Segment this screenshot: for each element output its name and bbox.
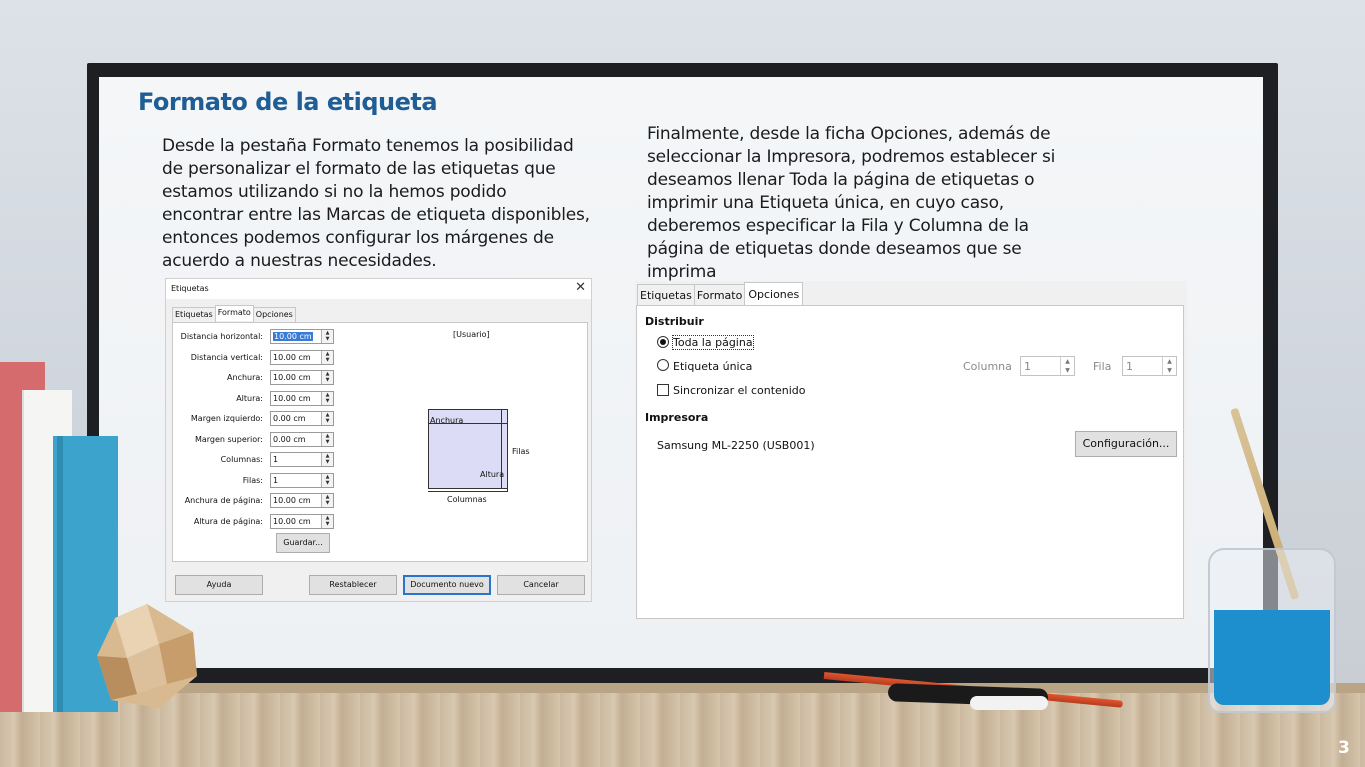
close-icon[interactable]: ✕	[575, 280, 586, 295]
new-document-button[interactable]: Documento nuevo	[403, 575, 491, 595]
field-label: Altura de página:	[193, 517, 263, 526]
diagram-width-label: Anchura	[430, 416, 464, 425]
full-page-label[interactable]: Toda la página	[672, 335, 754, 350]
field-row-left-margin: Margen izquierdo: 0.00 cm ▲ ▼	[173, 411, 343, 426]
spin-arrows-icon[interactable]: ▲ ▼	[321, 515, 333, 528]
printer-name: Samsung ML-2250 (USB001)	[657, 439, 815, 452]
save-button[interactable]: Guardar...	[276, 533, 330, 553]
options-panel: Distribuir Toda la página Etiqueta única…	[636, 305, 1184, 619]
left-margin-input[interactable]: 0.00 cm ▲ ▼	[270, 411, 334, 426]
field-label: Anchura de página:	[184, 496, 263, 505]
field-label: Anchura:	[227, 373, 263, 382]
field-row-top-margin: Margen superior: 0.00 cm ▲ ▼	[173, 432, 343, 447]
diagram-columns-arrow	[428, 491, 508, 492]
rows-input[interactable]: 1 ▲ ▼	[270, 473, 334, 488]
distribute-heading: Distribuir	[645, 315, 704, 328]
field-label: Margen superior:	[194, 435, 263, 444]
cancel-button[interactable]: Cancelar	[497, 575, 585, 595]
spin-arrows-icon[interactable]: ▲ ▼	[1162, 357, 1176, 375]
wooden-polyhedron	[97, 604, 197, 708]
label-preview-diagram: Anchura Altura	[428, 409, 508, 489]
single-label-radio[interactable]	[657, 359, 669, 371]
jar-water	[1214, 610, 1330, 705]
height-input[interactable]: 10.00 cm ▲ ▼	[270, 391, 334, 406]
tab-opciones[interactable]: Opciones	[252, 307, 296, 323]
labels-options-dialog: Etiquetas Formato Opciones Distribuir To…	[635, 281, 1187, 621]
format-panel: Distancia horizontal: 10.00 cm ▲ ▼ Distanc…	[172, 322, 588, 562]
tab-opciones[interactable]: Opciones	[744, 282, 804, 307]
spin-arrows-icon[interactable]: ▲ ▼	[321, 474, 333, 487]
field-label: Margen izquierdo:	[190, 414, 263, 423]
column-label: Columna	[963, 360, 1012, 373]
spin-arrows-icon[interactable]: ▲ ▼	[321, 412, 333, 425]
page-height-input[interactable]: 10.00 cm ▲ ▼	[270, 514, 334, 529]
row-label: Fila	[1093, 360, 1112, 373]
spin-arrows-icon[interactable]: ▲ ▼	[321, 351, 333, 364]
dialog-title: Etiquetas	[171, 284, 209, 293]
left-paragraph: Desde la pestaña Formato tenemos la posi…	[162, 136, 590, 271]
tab-etiquetas[interactable]: Etiquetas	[172, 307, 216, 323]
eraser	[970, 696, 1048, 710]
diagram-rows-arrow	[507, 411, 508, 491]
spin-arrows-icon[interactable]: ▲ ▼	[321, 371, 333, 384]
printer-heading: Impresora	[645, 411, 709, 424]
spin-arrows-icon[interactable]: ▲ ▼	[321, 433, 333, 446]
diagram-height-label: Altura	[480, 470, 505, 479]
reset-button[interactable]: Restablecer	[309, 575, 397, 595]
sync-content-label[interactable]: Sincronizar el contenido	[673, 384, 806, 397]
field-label: Altura:	[236, 394, 263, 403]
field-label: Columnas:	[220, 455, 263, 464]
page-number: 3	[1338, 738, 1350, 758]
dialog-titlebar: Etiquetas ✕	[166, 279, 591, 299]
horizontal-distance-input[interactable]: 10.00 cm ▲ ▼	[270, 329, 334, 344]
field-label: Filas:	[242, 476, 263, 485]
right-paragraph: Finalmente, desde la ficha Opciones, ade…	[647, 124, 1056, 282]
width-input[interactable]: 10.00 cm ▲ ▼	[270, 370, 334, 385]
field-row-page-height: Altura de página: 10.00 cm ▲ ▼	[173, 514, 343, 529]
tab-formato[interactable]: Formato	[214, 305, 254, 321]
field-row-vertical-distance: Distancia vertical: 10.00 cm ▲ ▼	[173, 350, 343, 365]
labels-format-dialog: Etiquetas ✕ Etiquetas Formato Opciones D…	[165, 278, 592, 602]
slide-title: Formato de la etiqueta	[138, 88, 438, 116]
dialog-tabs: Etiquetas Formato Opciones	[172, 305, 296, 323]
desk-surface	[0, 683, 1365, 767]
vertical-distance-input[interactable]: 10.00 cm ▲ ▼	[270, 350, 334, 365]
field-row-rows: Filas: 1 ▲ ▼	[173, 473, 343, 488]
spin-arrows-icon[interactable]: ▲ ▼	[321, 392, 333, 405]
field-row-page-width: Anchura de página: 10.00 cm ▲ ▼	[173, 493, 343, 508]
preset-label: [Usuario]	[453, 330, 490, 339]
field-label: Distancia vertical:	[190, 353, 263, 362]
spin-arrows-icon[interactable]: ▲ ▼	[1060, 357, 1074, 375]
diagram-columns-label: Columnas	[447, 495, 487, 504]
field-row-horizontal-distance: Distancia horizontal: 10.00 cm ▲ ▼	[173, 329, 343, 344]
water-jar	[1208, 548, 1336, 713]
full-page-radio[interactable]	[657, 336, 669, 348]
field-label: Distancia horizontal:	[180, 332, 263, 341]
sync-content-checkbox[interactable]	[657, 384, 669, 396]
top-margin-input[interactable]: 0.00 cm ▲ ▼	[270, 432, 334, 447]
row-stepper[interactable]: 1 ▲ ▼	[1122, 356, 1177, 376]
field-row-columns: Columnas: 1 ▲ ▼	[173, 452, 343, 467]
field-row-height: Altura: 10.00 cm ▲ ▼	[173, 391, 343, 406]
column-stepper[interactable]: 1 ▲ ▼	[1020, 356, 1075, 376]
field-row-width: Anchura: 10.00 cm ▲ ▼	[173, 370, 343, 385]
single-label-label[interactable]: Etiqueta única	[673, 360, 752, 373]
spin-arrows-icon[interactable]: ▲ ▼	[321, 330, 333, 343]
printer-config-button[interactable]: Configuración...	[1075, 431, 1177, 457]
diagram-rows-label: Filas	[512, 447, 530, 456]
help-button[interactable]: Ayuda	[175, 575, 263, 595]
spin-arrows-icon[interactable]: ▲ ▼	[321, 494, 333, 507]
columns-input[interactable]: 1 ▲ ▼	[270, 452, 334, 467]
spin-arrows-icon[interactable]: ▲ ▼	[321, 453, 333, 466]
page-width-input[interactable]: 10.00 cm ▲ ▼	[270, 493, 334, 508]
